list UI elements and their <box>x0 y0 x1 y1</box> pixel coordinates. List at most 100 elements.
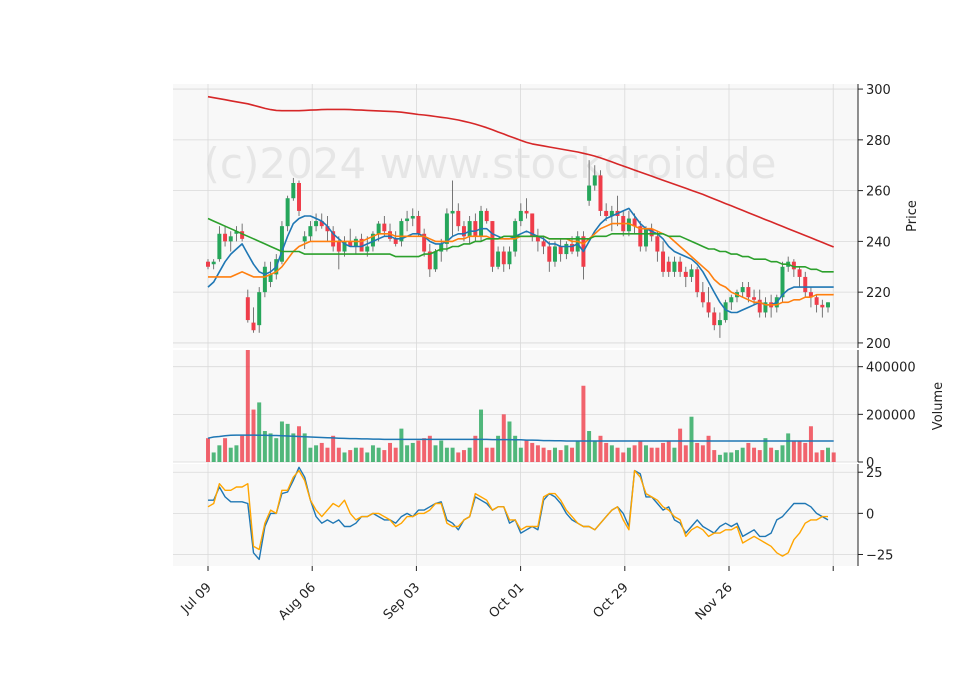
volume-bar <box>797 440 802 462</box>
volume-bar <box>308 447 313 462</box>
candle-body <box>285 198 290 227</box>
candle-body <box>564 243 569 255</box>
oscillator-y-tick-label: 25 <box>866 466 883 481</box>
candle-body <box>683 271 688 277</box>
candle-body <box>353 238 358 247</box>
volume-bar <box>211 452 216 462</box>
volume-bar <box>405 445 410 462</box>
volume-bar <box>740 447 745 462</box>
volume-bar <box>808 426 813 462</box>
volume-bar <box>223 438 228 462</box>
candle-body <box>740 287 745 293</box>
chart-canvas: (c)2024 www.stockdroid.de Jul 09 Aug 06 Se… <box>173 83 946 623</box>
candle-body <box>541 241 546 247</box>
candle-body <box>717 320 722 326</box>
candle-body <box>228 236 233 242</box>
price-y-axis-label: Price <box>905 200 920 232</box>
volume-bar <box>291 433 296 462</box>
volume-bar <box>558 450 563 462</box>
volume-bar <box>314 445 319 462</box>
candle-body <box>297 183 301 211</box>
volume-bar <box>297 426 301 462</box>
volume-bar <box>683 445 688 462</box>
volume-bar <box>336 447 341 462</box>
volume-bar <box>370 445 375 462</box>
candle-body <box>655 236 660 252</box>
candle-body <box>598 175 603 211</box>
volume-bar <box>353 447 358 462</box>
volume-bar <box>331 435 336 462</box>
volume-bar <box>245 350 250 462</box>
volume-bar <box>217 445 222 462</box>
volume-bar <box>609 445 614 462</box>
candle-body <box>592 175 597 186</box>
volume-bar <box>490 447 495 462</box>
volume-y-tick-label: 200000 <box>866 408 916 423</box>
volume-bar <box>632 445 637 462</box>
volume-bar <box>678 428 683 462</box>
candle-body <box>308 226 313 237</box>
candle-body <box>496 251 501 267</box>
candle-body <box>552 246 557 262</box>
volume-bar <box>615 447 620 462</box>
candle-body <box>587 185 592 201</box>
price-y-tick-label: 220 <box>866 286 891 301</box>
candle-body <box>382 223 387 232</box>
volume-bar <box>461 450 466 462</box>
volume-bar <box>786 433 791 462</box>
candle-body <box>501 251 506 265</box>
candle-body <box>376 223 381 234</box>
volume-bar <box>655 447 660 462</box>
volume-bar <box>382 450 387 462</box>
volume-bar <box>689 416 694 462</box>
price-y-tick-label: 300 <box>866 83 891 98</box>
candle-body <box>314 221 319 227</box>
volume-bar <box>712 450 717 462</box>
candle-body <box>479 210 484 237</box>
volume-bar <box>359 447 364 462</box>
volume-bar <box>592 440 597 462</box>
volume-bar <box>729 452 734 462</box>
candle-body <box>695 269 700 293</box>
volume-bar <box>365 452 370 462</box>
volume-bar <box>564 445 569 462</box>
volume-bar <box>393 447 398 462</box>
candle-body <box>211 261 216 265</box>
candle-body <box>826 302 830 308</box>
volume-bar <box>723 452 728 462</box>
oscillator-panel <box>173 464 858 566</box>
candle-body <box>490 221 495 267</box>
volume-bar <box>279 421 284 462</box>
volume-bar <box>257 402 262 462</box>
volume-bar <box>450 447 455 462</box>
volume-bar <box>598 435 603 462</box>
volume-bar <box>501 414 506 462</box>
volume-bar <box>666 440 671 462</box>
volume-bar <box>319 442 324 462</box>
volume-bar <box>547 450 552 462</box>
volume-bar <box>456 452 461 462</box>
candle-body <box>245 297 250 321</box>
volume-bar <box>826 447 830 462</box>
x-tick-label: Nov 26 <box>693 580 736 623</box>
candle-body <box>672 261 677 272</box>
price-y-tick-label: 260 <box>866 185 891 200</box>
volume-bar <box>570 447 575 462</box>
volume-bar <box>752 447 757 462</box>
volume-bar <box>524 440 529 462</box>
volume-bar <box>285 423 290 462</box>
oscillator-y-tick-label: −25 <box>866 548 893 563</box>
volume-bar <box>388 442 393 462</box>
volume-bar <box>541 447 546 462</box>
candle-body <box>484 210 489 222</box>
candle-body <box>223 233 228 242</box>
volume-bar <box>700 445 705 462</box>
oscillator-y-tick-label: 0 <box>866 507 874 522</box>
volume-bar <box>302 433 307 462</box>
volume-bar <box>638 440 643 462</box>
candle-body <box>558 246 563 255</box>
volume-bar <box>228 447 233 462</box>
volume-bar <box>433 445 438 462</box>
candle-body <box>803 276 808 293</box>
price-y-tick-label: 200 <box>866 337 891 352</box>
